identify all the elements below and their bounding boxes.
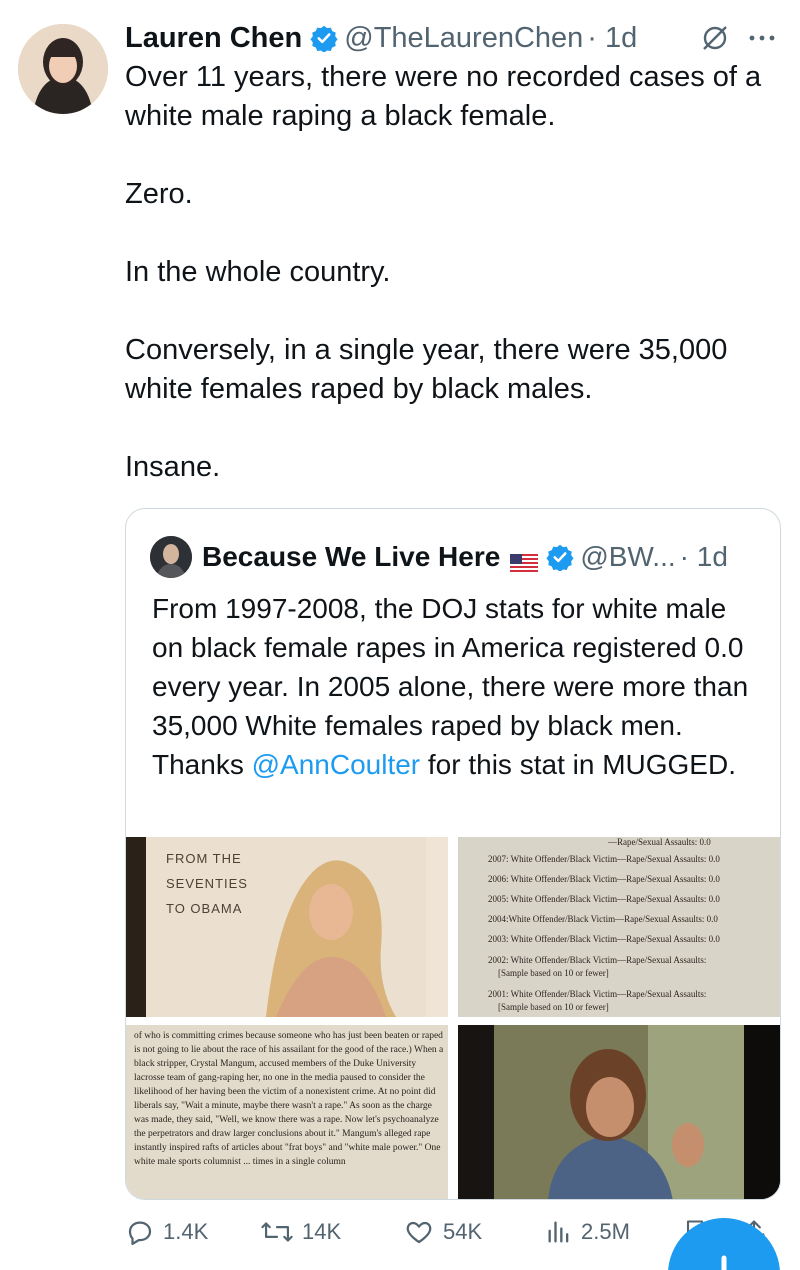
video-still-art (458, 1025, 780, 1199)
verified-badge-icon (546, 544, 574, 571)
stats-line: —Rape/Sexual Assaults: 0.0 (608, 837, 711, 847)
tweet-time[interactable]: · 1d (587, 22, 637, 55)
stats-line: 2007: White Offender/Black Victim—Rape/S… (488, 854, 720, 864)
stats-line: 2001: White Offender/Black Victim—Rape/S… (488, 989, 707, 999)
cover-text-line: TO OBAMA (166, 901, 243, 916)
stats-line: 2004:White Offender/Black Victim—Rape/Se… (488, 914, 718, 924)
views-chart-icon (548, 1221, 569, 1243)
media-image-stats-page[interactable]: —Rape/Sexual Assaults: 0.0 2007: White O… (458, 837, 780, 1017)
retweet-button[interactable]: 14K (260, 1217, 341, 1247)
quoted-author-name[interactable]: Because We Live Here (202, 541, 500, 573)
views-button[interactable]: 2.5M (545, 1217, 630, 1247)
quoted-tweet-header: Because We Live Here @BW... · 1d (150, 536, 728, 578)
stats-line: [Sample based on 10 or fewer] (498, 1002, 609, 1012)
tweet-header: Lauren Chen @TheLaurenChen · 1d (125, 20, 780, 56)
reply-button[interactable]: 1.4K (125, 1217, 208, 1247)
cover-text-line: SEVENTIES (166, 876, 248, 891)
quoted-avatar-photo (150, 536, 192, 578)
media-image-book-cover[interactable]: FROM THE SEVENTIES TO OBAMA (126, 837, 448, 1017)
tweet-paragraph: In the whole country. (125, 256, 391, 288)
author-name[interactable]: Lauren Chen (125, 22, 302, 55)
author-handle[interactable]: @TheLaurenChen (344, 22, 583, 55)
like-count: 54K (443, 1219, 483, 1244)
tweet-paragraph: Insane. (125, 451, 221, 483)
retweet-count: 14K (302, 1219, 342, 1244)
stats-line: 2006: White Offender/Black Victim—Rape/S… (488, 874, 720, 884)
quoted-tweet-time[interactable]: · 1d (680, 541, 728, 573)
compose-post-button[interactable] (668, 1218, 780, 1270)
stats-line: 2005: White Offender/Black Victim—Rape/S… (488, 894, 720, 904)
retweet-icon (261, 1222, 293, 1242)
like-button[interactable]: 54K (403, 1217, 482, 1247)
stats-list: —Rape/Sexual Assaults: 0.0 2007: White O… (488, 837, 780, 1013)
media-grid: FROM THE SEVENTIES TO OBAMA —Rape/Sexual… (126, 837, 780, 1199)
stats-line: 2003: White Offender/Black Victim—Rape/S… (488, 934, 720, 944)
quoted-tweet[interactable]: Because We Live Here @BW... · 1d From 19… (125, 508, 781, 1200)
mention-link[interactable]: @AnnCoulter (252, 749, 421, 780)
us-flag-icon (510, 548, 539, 573)
tweet-paragraph: Over 11 years, there were no recorded ca… (125, 61, 762, 132)
avatar-photo (18, 24, 108, 114)
views-count: 2.5M (581, 1219, 630, 1244)
heart-icon (406, 1221, 432, 1244)
tweet-paragraph: Conversely, in a single year, there were… (125, 334, 728, 405)
quoted-author-avatar[interactable] (150, 536, 192, 578)
stats-line: 2002: White Offender/Black Victim—Rape/S… (488, 955, 707, 965)
tweet-body: Over 11 years, there were no recorded ca… (125, 58, 790, 487)
media-image-video-still[interactable] (458, 1025, 780, 1199)
quoted-author-handle[interactable]: @BW... (580, 541, 675, 573)
verified-badge-icon (310, 25, 338, 52)
header-actions (698, 20, 780, 56)
quoted-text-part: for this stat in MUGGED. (420, 749, 736, 780)
more-options-icon[interactable] (744, 21, 780, 55)
cover-text-line: FROM THE (166, 851, 242, 866)
reply-count: 1.4K (163, 1219, 209, 1244)
quoted-tweet-body: From 1997-2008, the DOJ stats for white … (152, 589, 762, 784)
stats-line: [Sample based on 10 or fewer] (498, 968, 609, 978)
grok-icon[interactable] (698, 21, 732, 55)
book-page-text: of who is committing crimes because some… (134, 1031, 444, 1167)
media-image-book-page[interactable]: of who is committing crimes because some… (126, 1025, 448, 1199)
tweet-paragraph: Zero. (125, 178, 193, 210)
author-avatar[interactable] (18, 24, 108, 114)
reply-icon (128, 1221, 152, 1245)
plus-icon (721, 1255, 727, 1270)
